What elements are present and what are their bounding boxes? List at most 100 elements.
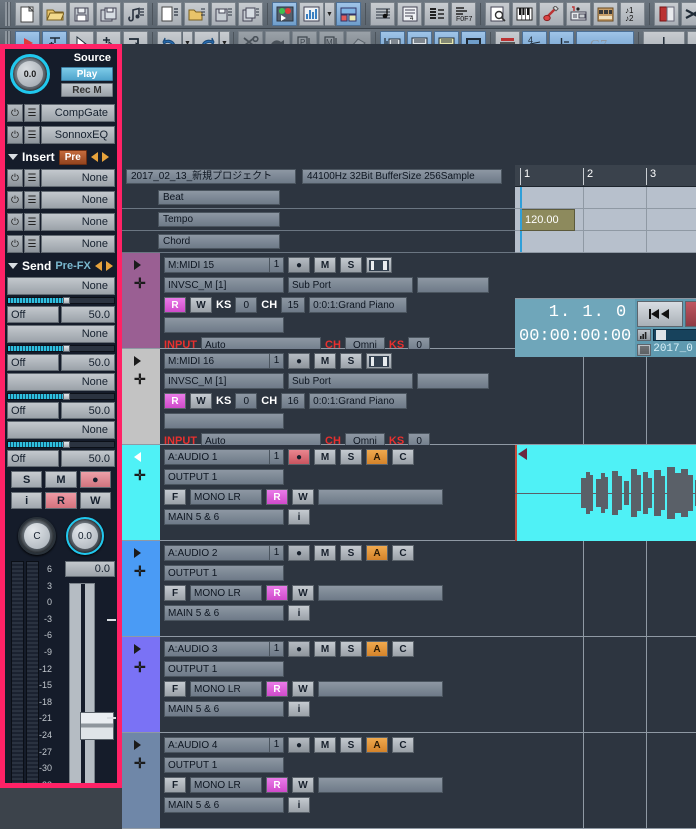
global-lane-label[interactable]: Tempo <box>158 212 280 227</box>
grid-row-tempo[interactable]: 120.00 <box>515 209 696 231</box>
save-as-icon[interactable] <box>96 2 121 26</box>
chevron-down-icon[interactable] <box>8 154 18 160</box>
output-field[interactable]: OUTPUT 1 <box>164 757 284 773</box>
automation-write-button[interactable]: W <box>190 393 212 409</box>
keyboard-icon[interactable] <box>366 353 392 369</box>
record-arm-button[interactable]: ● <box>288 353 310 369</box>
global-lane-beat[interactable]: Beat <box>122 187 515 209</box>
expand-arrow-icon[interactable] <box>134 260 141 270</box>
info-button[interactable]: i <box>288 797 310 813</box>
send-state[interactable]: Off <box>7 402 59 419</box>
freeze-button[interactable]: F <box>164 777 186 793</box>
fx-slot-sonnoxeq[interactable]: ⏻ ☰ SonnoxEQ <box>7 125 115 145</box>
output-field[interactable]: OUTPUT 1 <box>164 469 284 485</box>
mute-button[interactable]: M <box>314 545 336 561</box>
import-audio-icon[interactable] <box>123 2 148 26</box>
global-lane-chord[interactable]: Chord <box>122 231 515 253</box>
track-color-strip[interactable]: ✛ <box>122 349 160 444</box>
add-lane-icon[interactable]: ✛ <box>134 372 146 386</box>
send-value[interactable]: 50.0 <box>60 402 115 419</box>
add-lane-icon[interactable]: ✛ <box>134 468 146 482</box>
output-field[interactable]: OUTPUT 1 <box>164 661 284 677</box>
insert-slot-name[interactable]: None <box>41 191 115 209</box>
keyboard-view-icon[interactable] <box>512 2 537 26</box>
send-slot-3[interactable]: None Off 50.0 <box>7 373 115 419</box>
send-level-slider[interactable] <box>7 393 115 400</box>
info-button[interactable]: i <box>11 492 43 509</box>
fx-slot-name[interactable]: SonnoxEQ <box>41 126 115 144</box>
mono-mode-field[interactable]: MONO LR <box>190 681 262 697</box>
insert-pre-badge[interactable]: Pre <box>58 149 87 165</box>
audio-clip[interactable] <box>515 445 696 541</box>
automation-read-button[interactable]: R <box>266 777 288 793</box>
voice-sequence-icon[interactable]: ♪1 ♪2 <box>620 2 645 26</box>
track-color-strip[interactable]: ✛ <box>122 637 160 732</box>
transport-controls[interactable]: 2017_0 <box>635 299 696 357</box>
toolbar-top[interactable]: ▼ 4 F0F7 ♪1 ♪2 <box>0 0 696 29</box>
position-bars-display[interactable]: 1. 1. 0 <box>519 301 631 325</box>
send-level-slider[interactable] <box>7 345 115 352</box>
volume-slider-track[interactable] <box>653 329 696 341</box>
insert-slot-4[interactable]: ⏻ ☰ None <box>7 234 115 254</box>
audio-format-field[interactable]: 44100Hz 32Bit BufferSize 256Sample <box>302 168 502 184</box>
send-slot-name[interactable]: None <box>7 373 115 391</box>
send-slot-name[interactable]: None <box>7 421 115 439</box>
comp-button[interactable]: C <box>392 737 414 753</box>
extra-field[interactable] <box>417 373 489 389</box>
clip-lane-midi[interactable] <box>515 357 696 445</box>
timecode-display[interactable]: 00:00:00:00 <box>519 325 631 349</box>
send-slot-name[interactable]: None <box>7 277 115 295</box>
playhead[interactable] <box>520 187 522 208</box>
track-color-strip[interactable]: ✛ <box>122 445 160 540</box>
freeze-button[interactable]: F <box>164 585 186 601</box>
instrument-field[interactable]: INVSC_M [1] <box>164 373 284 389</box>
mute-button[interactable]: M <box>314 641 336 657</box>
drum-view-icon[interactable]: F0F7 <box>451 2 476 26</box>
send-state[interactable]: Off <box>7 354 59 371</box>
mute-button[interactable]: M <box>45 471 77 488</box>
patch-field[interactable]: 0:0:1:Grand Piano <box>309 393 408 409</box>
list-view-icon[interactable] <box>424 2 449 26</box>
solo-button[interactable]: S <box>340 449 362 465</box>
transport-project-name[interactable]: 2017_0 <box>653 343 696 357</box>
playhead[interactable] <box>520 209 522 230</box>
open-file-icon[interactable] <box>42 2 67 26</box>
source-gain-knob[interactable]: 0.0 <box>10 54 50 94</box>
automation-read-button[interactable]: R <box>45 492 77 509</box>
save-file-icon[interactable] <box>69 2 94 26</box>
power-icon[interactable]: ⏻ <box>7 191 23 209</box>
record-arm-button[interactable]: ● <box>288 257 310 273</box>
clip-lane-audio2[interactable] <box>515 541 696 637</box>
mute-button[interactable]: M <box>314 257 336 273</box>
record-arm-button[interactable]: ● <box>288 449 310 465</box>
expand-arrow-icon[interactable] <box>134 452 141 462</box>
automation-read-button[interactable]: R <box>266 585 288 601</box>
expand-arrow-icon[interactable] <box>134 548 141 558</box>
bar-number[interactable]: 2 <box>583 168 593 185</box>
send-state[interactable]: Off <box>7 306 59 323</box>
fader-column[interactable]: 0.0 <box>55 561 117 783</box>
comp-button[interactable]: C <box>392 449 414 465</box>
menu-icon[interactable]: ☰ <box>24 104 40 122</box>
send-level-slider[interactable] <box>7 441 115 448</box>
fx-slot-name[interactable]: CompGate <box>41 104 115 122</box>
add-lane-icon[interactable]: ✛ <box>134 564 146 578</box>
track-color-strip[interactable]: ✛ <box>122 733 160 828</box>
automation-write-button[interactable]: W <box>292 489 314 505</box>
blank-field[interactable] <box>164 413 284 429</box>
automation-read-button[interactable]: R <box>164 297 186 313</box>
instrument-field[interactable]: INVSC_M [1] <box>164 277 284 293</box>
pan-knob[interactable]: C <box>18 517 56 555</box>
clip-lane-audio3[interactable] <box>515 637 696 733</box>
track-name-field[interactable]: M:MIDI 16 1 <box>164 353 284 369</box>
toolbar-grip[interactable] <box>5 2 11 26</box>
send-slot-name[interactable]: None <box>7 325 115 343</box>
output-field[interactable]: OUTPUT 1 <box>164 565 284 581</box>
track-row[interactable]: ✛ A:AUDIO 2 1 ● M S A C OUTPUT 1 F MONO … <box>122 541 515 637</box>
send-value[interactable]: 50.0 <box>60 354 115 371</box>
ks-value[interactable]: 0 <box>235 297 258 313</box>
midi-editor-icon[interactable] <box>566 2 591 26</box>
expand-arrow-icon[interactable] <box>134 356 141 366</box>
save-as-midi-icon[interactable] <box>238 2 263 26</box>
mute-button[interactable]: M <box>314 449 336 465</box>
